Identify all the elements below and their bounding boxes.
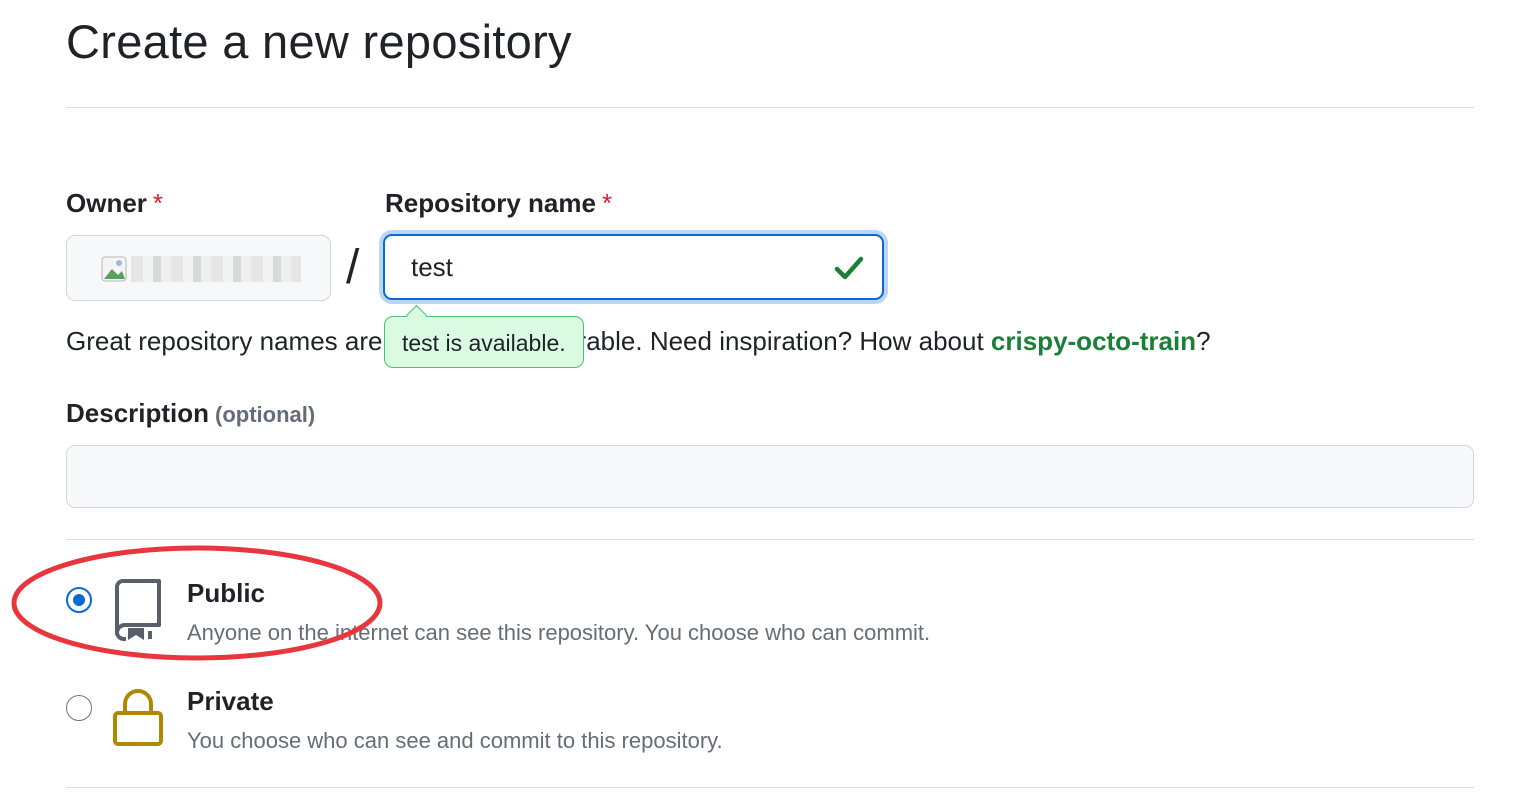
repo-name-label-text: Repository name [385,188,596,218]
owner-label-text: Owner [66,188,147,218]
bottom-divider [66,787,1474,788]
description-label-text: Description [66,398,210,428]
title-divider [66,107,1474,108]
description-input[interactable] [66,445,1474,508]
private-radio[interactable] [66,695,92,721]
lock-icon [113,689,163,746]
annotation-ellipse [11,545,383,661]
repo-required-mark: * [601,188,613,218]
owner-avatar-icon [101,256,127,282]
repo-name-value: test [411,252,453,282]
repo-name-input[interactable]: test [383,234,884,300]
hint-text-end: ? [1196,326,1211,356]
repo-name-label: Repository name * [385,188,612,219]
owner-label: Owner * [66,188,163,219]
owner-required-mark: * [152,188,164,218]
name-suggestion-link[interactable]: crispy-octo-train [991,326,1196,356]
private-option-desc: You choose who can see and commit to thi… [187,728,723,753]
owner-name-redacted [131,256,301,282]
owner-repo-separator: / [346,241,360,294]
private-option-title: Private [187,686,274,716]
description-label: Description (optional) [66,398,315,429]
page-title: Create a new repository [66,15,572,68]
owner-select[interactable] [66,235,331,301]
check-icon [834,256,864,280]
description-optional: (optional) [215,402,316,427]
section-divider [66,539,1474,540]
availability-tooltip: test is available. [384,316,584,368]
repo-name-hint: Great repository names are short and mem… [66,326,1211,357]
